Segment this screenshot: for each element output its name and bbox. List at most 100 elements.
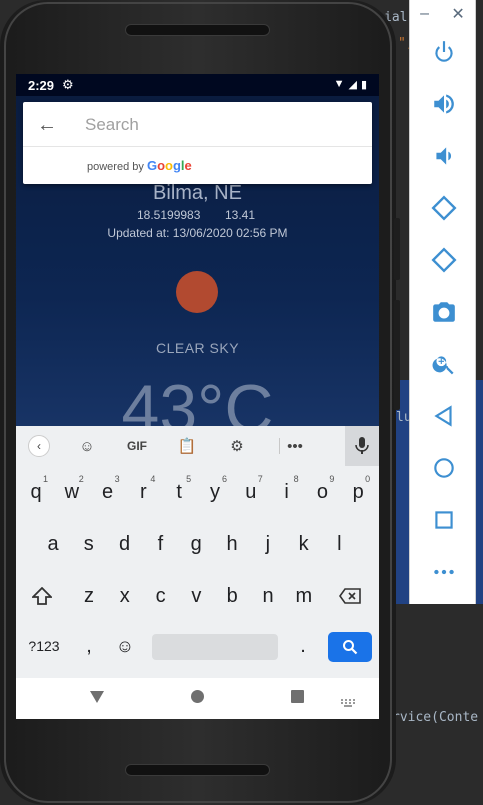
key-hint: 6 [221, 474, 227, 484]
toolbar-separator [279, 438, 280, 454]
key-q[interactable]: q1 [19, 470, 53, 514]
key-label: y [210, 480, 220, 503]
key-l[interactable]: l [322, 522, 356, 566]
status-time: 2:29 [28, 78, 55, 93]
search-divider [23, 146, 372, 147]
key-y[interactable]: y6 [198, 470, 232, 514]
phone-screen: 2:29 ⚙ ▼ ◢ ▮ Bilma, NE 18.5199983 13.41 … [16, 74, 379, 719]
mic-icon[interactable] [345, 426, 379, 466]
chevron-left-icon: ‹ [28, 435, 50, 457]
signal-icon: ◢ [348, 79, 357, 91]
key-label: h [226, 532, 238, 555]
key-hint: 5 [186, 474, 192, 484]
nav-home-icon[interactable] [191, 690, 204, 708]
close-button[interactable]: ✕ [451, 4, 464, 24]
backspace-key[interactable] [332, 574, 368, 618]
key-j[interactable]: j [251, 522, 285, 566]
key-i[interactable]: i8 [270, 470, 304, 514]
nav-recents-icon[interactable] [291, 690, 304, 708]
sticker-icon[interactable]: ☺ [62, 426, 112, 466]
latitude: 18.5199983 [137, 208, 201, 222]
gif-button[interactable]: GIF [112, 426, 162, 466]
top-speaker [125, 24, 270, 36]
emoji-key[interactable]: ☺ [108, 624, 142, 668]
key-hint: 7 [257, 474, 263, 484]
key-hint: 9 [329, 474, 335, 484]
numbers-key[interactable]: ?123 [24, 624, 64, 668]
key-s[interactable]: s [72, 522, 106, 566]
key-label: k [298, 532, 309, 555]
minimize-button[interactable]: – [420, 5, 429, 23]
space-key[interactable] [152, 634, 278, 660]
key-label: l [337, 532, 342, 555]
key-label: b [226, 584, 238, 607]
key-label: e [102, 480, 114, 503]
overview-icon[interactable] [410, 500, 477, 540]
clipboard-icon[interactable]: 📋 [162, 426, 212, 466]
key-hint: 2 [78, 474, 84, 484]
soft-keyboard: ‹ ☺ GIF 📋 ⚙ ••• q1w2e3r4t5y6u7i8o9p0 asd… [16, 426, 379, 678]
period-key[interactable]: . [286, 624, 320, 668]
key-a[interactable]: a [36, 522, 70, 566]
key-w[interactable]: w2 [55, 470, 89, 514]
key-v[interactable]: v [179, 574, 213, 618]
gear-icon[interactable]: ⚙ [212, 426, 262, 466]
key-hint: 3 [114, 474, 120, 484]
powered-by-google: powered by Google [87, 158, 192, 173]
zoom-icon[interactable] [410, 344, 477, 384]
rotate-left-icon[interactable] [410, 188, 477, 228]
key-g[interactable]: g [179, 522, 213, 566]
phone-power-button [394, 218, 400, 280]
key-z[interactable]: z [72, 574, 106, 618]
key-x[interactable]: x [108, 574, 142, 618]
key-label: d [119, 532, 131, 555]
key-f[interactable]: f [143, 522, 177, 566]
comma-key[interactable]: , [74, 624, 104, 668]
search-input[interactable] [85, 112, 355, 138]
shift-key[interactable] [25, 574, 59, 618]
collapse-toolbar-button[interactable]: ‹ [16, 426, 62, 466]
more-options-icon[interactable]: ••• [270, 426, 320, 466]
camera-icon[interactable] [410, 292, 477, 332]
nav-back-icon[interactable] [90, 690, 104, 708]
battery-icon: ▮ [360, 79, 367, 91]
wifi-icon: ▼ [333, 78, 345, 90]
emulator-toolbar [409, 0, 476, 604]
key-c[interactable]: c [144, 574, 178, 618]
key-h[interactable]: h [215, 522, 249, 566]
updated-at: Updated at: 13/06/2020 02:56 PM [107, 226, 288, 240]
key-label: r [140, 480, 147, 503]
power-icon[interactable] [410, 32, 477, 72]
key-label: o [316, 480, 328, 503]
emulator-window-controls: – ✕ [409, 0, 476, 28]
key-label: j [265, 532, 271, 555]
key-r[interactable]: r4 [126, 470, 160, 514]
back-icon[interactable] [410, 396, 477, 436]
emoji-icon: ☺ [115, 635, 135, 656]
home-icon[interactable] [410, 448, 477, 488]
rotate-right-icon[interactable] [410, 240, 477, 280]
arrow-back-icon[interactable]: ← [37, 114, 57, 137]
android-nav-bar [16, 678, 379, 719]
keyboard-switch-icon[interactable] [341, 694, 355, 712]
key-b[interactable]: b [215, 574, 249, 618]
key-label: p [352, 480, 364, 503]
key-t[interactable]: t5 [162, 470, 196, 514]
key-d[interactable]: d [108, 522, 142, 566]
settings-icon: ⚙ [62, 77, 74, 92]
key-k[interactable]: k [287, 522, 321, 566]
volume-up-icon[interactable] [410, 84, 477, 124]
key-label: f [157, 532, 164, 555]
ide-code-line: rvice(Conte [392, 710, 479, 725]
key-label: w [64, 480, 80, 503]
key-m[interactable]: m [287, 574, 321, 618]
key-u[interactable]: u7 [234, 470, 268, 514]
key-label: u [245, 480, 257, 503]
key-p[interactable]: p0 [341, 470, 375, 514]
key-e[interactable]: e3 [91, 470, 125, 514]
key-o[interactable]: o9 [305, 470, 339, 514]
search-key[interactable] [328, 632, 372, 662]
more-icon[interactable] [410, 552, 477, 592]
volume-down-icon[interactable] [410, 136, 477, 176]
key-n[interactable]: n [251, 574, 285, 618]
